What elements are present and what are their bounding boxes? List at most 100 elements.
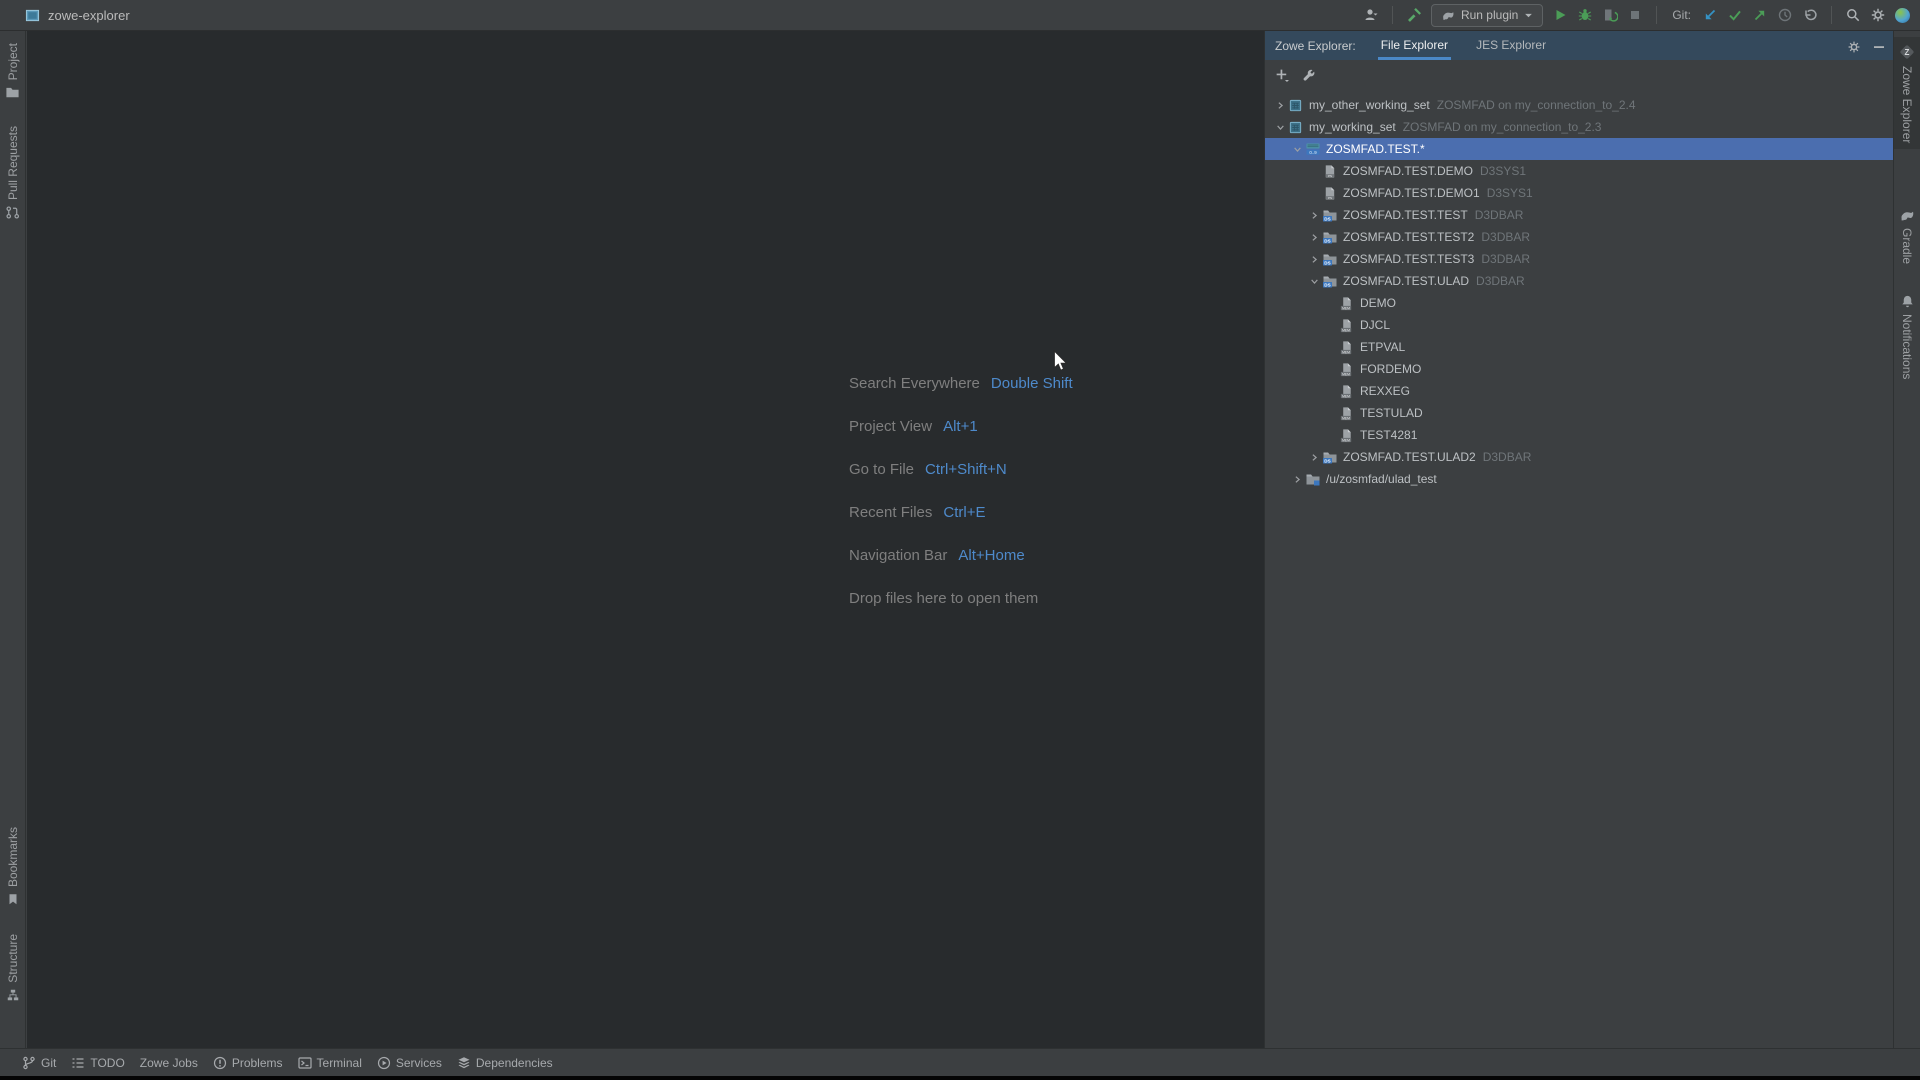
tree-item-detail: D3DBAR	[1481, 230, 1530, 244]
shortcut-label: Go to File	[849, 461, 914, 478]
chevron-spacer	[1307, 185, 1322, 201]
tree-row[interactable]: MEMDJCL	[1265, 314, 1893, 336]
shortcut-hint-line: Drop files here to open them	[849, 577, 1073, 620]
settings-gear-icon[interactable]	[1870, 7, 1886, 23]
tree-row[interactable]: MEMETPVAL	[1265, 336, 1893, 358]
chevron-spacer	[1307, 163, 1322, 179]
problems-icon	[213, 1056, 227, 1070]
member-icon: MEM	[1339, 405, 1357, 421]
settings-wrench-icon[interactable]	[1302, 68, 1317, 83]
shortcut-label: Drop files here to open them	[849, 590, 1038, 607]
member-icon: MEM	[1339, 361, 1357, 377]
tree-row[interactable]: my_other_working_setZOSMFAD on my_connec…	[1265, 94, 1893, 116]
svg-text:MEM: MEM	[1342, 438, 1350, 442]
dataset-mask-icon: 0..9	[1305, 141, 1323, 157]
todo-list-icon	[71, 1056, 85, 1070]
tree-row[interactable]: /u/zosmfad/ulad_test	[1265, 468, 1893, 490]
tree-item-name: ZOSMFAD.TEST.TEST2	[1343, 230, 1474, 244]
toolwindow-button-zowe-jobs[interactable]: Zowe Jobs	[140, 1056, 198, 1070]
hide-panel-icon[interactable]	[1873, 41, 1885, 53]
gradle-icon	[1899, 207, 1915, 223]
svg-text:DS: DS	[1324, 238, 1330, 243]
tree-row[interactable]: DSZOSMFAD.TEST.TESTD3DBAR	[1265, 204, 1893, 226]
stripe-button-notifications[interactable]: Notifications	[1894, 288, 1920, 385]
toolwindow-button-git[interactable]: Git	[22, 1056, 56, 1070]
ide-window: zowe-explorer Run plugin	[0, 0, 1920, 1080]
tree-row[interactable]: MEMTEST4281	[1265, 424, 1893, 446]
chevron-right-icon[interactable]	[1307, 449, 1322, 465]
stripe-button-pull-requests[interactable]: Pull Requests	[0, 120, 25, 226]
stripe-button-project[interactable]: Project	[0, 37, 25, 106]
chevron-spacer	[1324, 339, 1339, 355]
build-hammer-icon[interactable]	[1406, 7, 1422, 23]
tree-item-name: DEMO	[1360, 296, 1396, 310]
tree-item-name: DJCL	[1360, 318, 1390, 332]
chevron-down-icon[interactable]	[1307, 273, 1322, 289]
history-clock-icon[interactable]	[1777, 7, 1793, 23]
chevron-right-icon[interactable]	[1307, 229, 1322, 245]
tree-row[interactable]: 0..9ZOSMFAD.TEST.*	[1265, 138, 1893, 160]
toolwindow-button-todo[interactable]: TODO	[71, 1056, 124, 1070]
run-button[interactable]	[1552, 7, 1568, 23]
tree-row[interactable]: DSZOSMFAD.TEST.TEST3D3DBAR	[1265, 248, 1893, 270]
stop-button[interactable]	[1627, 7, 1643, 23]
toolwindow-button-dependencies[interactable]: Dependencies	[457, 1056, 553, 1070]
code-with-me-icon[interactable]	[1895, 8, 1910, 23]
add-working-set-button[interactable]	[1274, 67, 1291, 84]
rollback-button[interactable]	[1802, 7, 1818, 23]
member-icon: MEM	[1339, 317, 1357, 333]
run-with-coverage-button[interactable]	[1602, 7, 1618, 23]
tab-file-explorer[interactable]: File Explorer	[1378, 38, 1451, 60]
svg-text:0..9: 0..9	[1309, 150, 1317, 155]
tree-item-detail: D3DBAR	[1481, 252, 1530, 266]
tree-row[interactable]: MEMFORDEMO	[1265, 358, 1893, 380]
chevron-right-icon[interactable]	[1290, 471, 1305, 487]
chevron-down-icon[interactable]	[1273, 119, 1288, 135]
tree-row[interactable]: MEMTESTULAD	[1265, 402, 1893, 424]
left-tool-stripe: Project Pull Requests Bookmarks Struc	[0, 31, 26, 1048]
git-update-button[interactable]	[1702, 7, 1718, 23]
panel-settings-gear-icon[interactable]	[1847, 40, 1861, 54]
tree-row[interactable]: PSZOSMFAD.TEST.DEMOD3SYS1	[1265, 160, 1893, 182]
stripe-label: Zowe Explorer	[1900, 66, 1914, 143]
chevron-down-icon[interactable]	[1290, 141, 1305, 157]
gradle-task-icon	[1441, 8, 1455, 22]
chevron-right-icon[interactable]	[1307, 251, 1322, 267]
toolwindow-button-services[interactable]: Services	[377, 1056, 442, 1070]
stripe-button-structure[interactable]: Structure	[0, 928, 25, 1008]
tree-row[interactable]: DSZOSMFAD.TEST.ULAD2D3DBAR	[1265, 446, 1893, 468]
working-set-icon	[1288, 119, 1306, 135]
svg-text:DS: DS	[1324, 282, 1330, 287]
tree-row[interactable]: my_working_setZOSMFAD on my_connection_t…	[1265, 116, 1893, 138]
chevron-down-icon	[1524, 11, 1533, 20]
stripe-button-bookmarks[interactable]: Bookmarks	[0, 821, 25, 912]
tree-item-name: ZOSMFAD.TEST.TEST	[1343, 208, 1468, 222]
editor-area: Search EverywhereDouble ShiftProject Vie…	[27, 31, 1264, 1048]
stripe-label: Notifications	[1900, 314, 1914, 379]
git-commit-button[interactable]	[1727, 7, 1743, 23]
toolwindow-button-terminal[interactable]: Terminal	[298, 1056, 362, 1070]
stripe-button-gradle[interactable]: Gradle	[1894, 201, 1920, 270]
chevron-spacer	[1324, 427, 1339, 443]
toolwindow-button-problems[interactable]: Problems	[213, 1056, 283, 1070]
shortcut-hint-line: Recent FilesCtrl+E	[849, 491, 1073, 534]
toolwindow-button-label: Zowe Jobs	[140, 1056, 198, 1070]
tree-row[interactable]: PSZOSMFAD.TEST.DEMO1D3SYS1	[1265, 182, 1893, 204]
search-icon[interactable]	[1845, 7, 1861, 23]
chevron-right-icon[interactable]	[1273, 97, 1288, 113]
debug-button[interactable]	[1577, 7, 1593, 23]
git-push-button[interactable]	[1752, 7, 1768, 23]
tree-row[interactable]: DSZOSMFAD.TEST.ULADD3DBAR	[1265, 270, 1893, 292]
tree-row[interactable]: MEMREXXEG	[1265, 380, 1893, 402]
toolbar-separator	[1831, 6, 1832, 24]
tree-row[interactable]: MEMDEMO	[1265, 292, 1893, 314]
tree-row[interactable]: DS ZOSMFAD.TEST.TEST2 D3DBAR	[1265, 226, 1893, 248]
run-configuration-select[interactable]: Run plugin	[1431, 4, 1543, 27]
tree-item-name: my_working_set	[1309, 120, 1396, 134]
user-account-icon[interactable]	[1363, 7, 1379, 23]
window-title: zowe-explorer	[48, 8, 130, 23]
tab-jes-explorer[interactable]: JES Explorer	[1473, 38, 1549, 60]
stripe-button-zowe-explorer[interactable]: Z Zowe Explorer	[1894, 37, 1920, 149]
chevron-right-icon[interactable]	[1307, 207, 1322, 223]
tree-item-name: /u/zosmfad/ulad_test	[1326, 472, 1437, 486]
